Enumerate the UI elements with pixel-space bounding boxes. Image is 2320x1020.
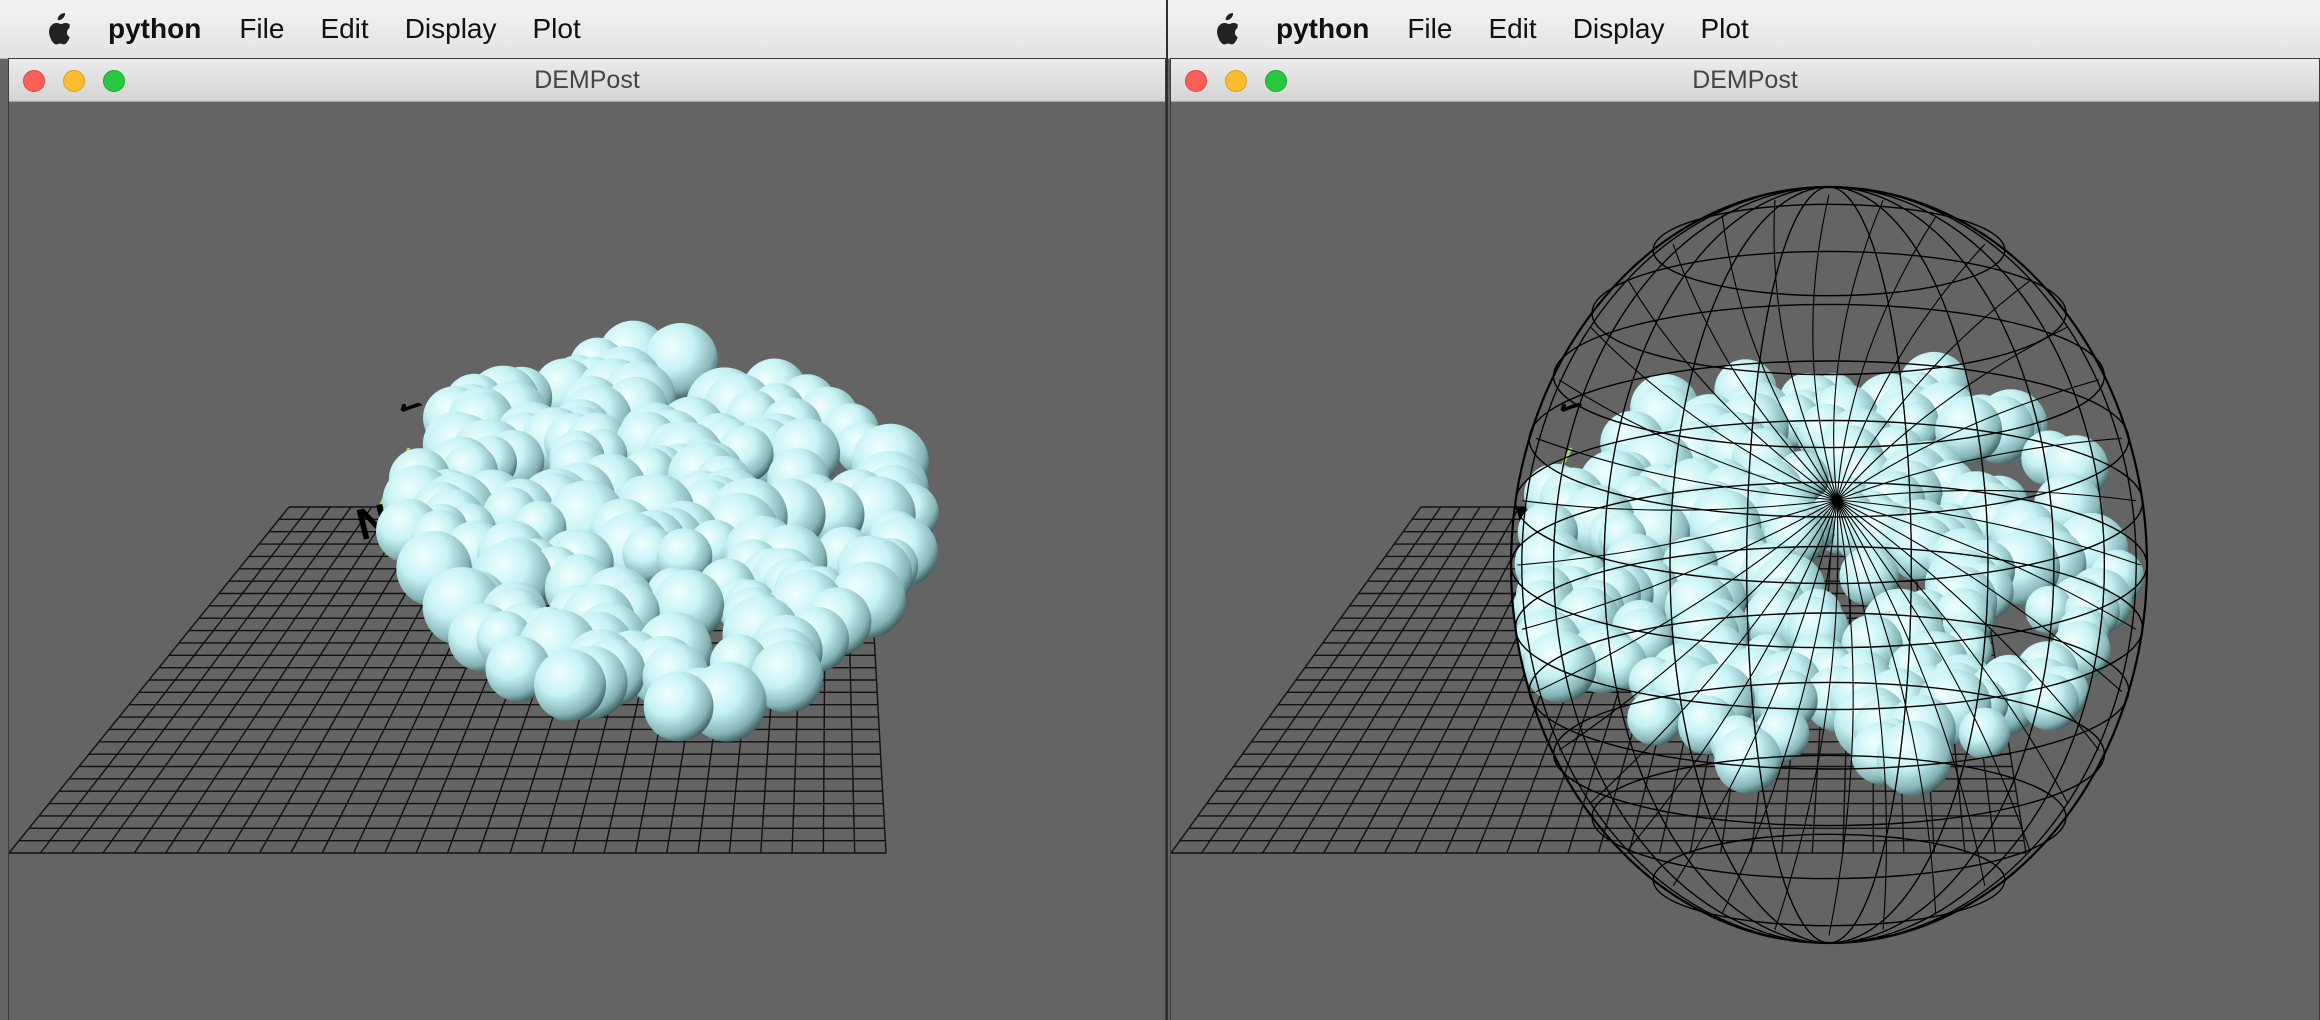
particle-sphere — [1876, 720, 1952, 796]
window-title: DEMPost — [534, 66, 640, 94]
apple-logo-icon[interactable] — [46, 13, 74, 45]
particle-sphere — [2021, 673, 2079, 731]
dempost-window: DEMPost N ✓ — [8, 58, 1166, 1020]
3d-scene: N ✓ — [9, 320, 939, 854]
menu-bar: python File Edit Display Plot — [0, 0, 1166, 59]
window-title: DEMPost — [1692, 66, 1798, 94]
particle-sphere — [534, 649, 606, 722]
particle-cluster — [376, 320, 939, 742]
wire-latitude — [1591, 250, 2067, 376]
menu-bar: python File Edit Display Plot — [1168, 0, 2320, 59]
wire-latitude — [1591, 754, 2067, 880]
3d-viewport[interactable]: N ✓ — [1171, 102, 2319, 1020]
menu-display[interactable]: Display — [405, 13, 497, 45]
menu-app-name[interactable]: python — [108, 13, 201, 45]
menu-edit[interactable]: Edit — [320, 13, 368, 45]
wire-pole — [1832, 495, 1842, 505]
particle-sphere — [1524, 630, 1597, 703]
window-titlebar[interactable]: DEMPost — [1171, 59, 2319, 102]
menu-file[interactable]: File — [239, 13, 284, 45]
particle-sphere — [1958, 707, 2011, 760]
apple-logo-icon[interactable] — [1214, 13, 1242, 45]
menu-edit[interactable]: Edit — [1488, 13, 1536, 45]
menu-app-name[interactable]: python — [1276, 13, 1369, 45]
menu-file[interactable]: File — [1407, 13, 1452, 45]
left-screen: python File Edit Display Plot DEMPost N … — [0, 0, 1166, 1020]
right-screen: python File Edit Display Plot DEMPost ✓ — [1168, 0, 2320, 1020]
dempost-window: DEMPost N ✓ — [1170, 58, 2320, 1020]
3d-scene: N ✓ — [1171, 185, 2149, 945]
particle-sphere — [643, 671, 714, 742]
menu-plot[interactable]: Plot — [1701, 13, 1749, 45]
3d-viewport[interactable]: N ✓ — [9, 102, 1165, 1020]
menu-plot[interactable]: Plot — [533, 13, 581, 45]
particle-sphere — [1714, 726, 1782, 794]
window-titlebar[interactable]: DEMPost — [9, 59, 1165, 102]
menu-display[interactable]: Display — [1573, 13, 1665, 45]
